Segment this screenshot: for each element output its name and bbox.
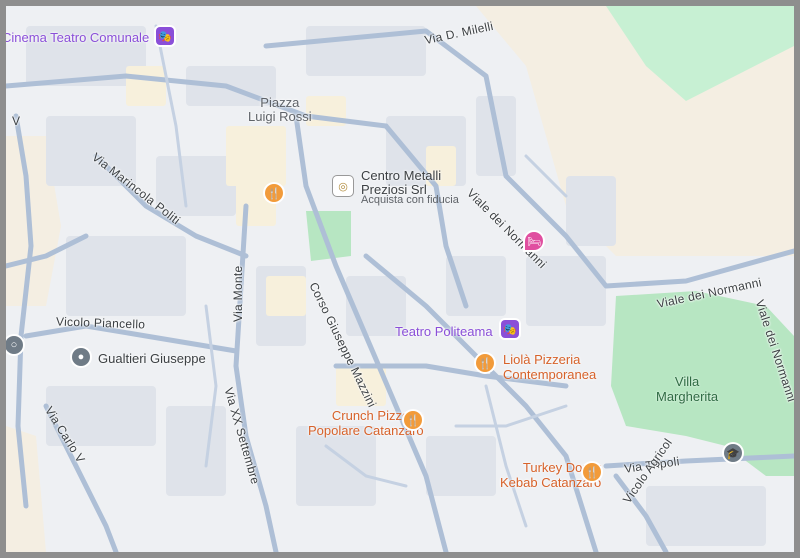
bed-icon[interactable]: 🛏 bbox=[525, 232, 543, 250]
fork-knife-icon[interactable]: 🍴 bbox=[404, 411, 422, 429]
shop-logo-icon[interactable]: ◎ bbox=[333, 176, 353, 196]
fork-knife-icon[interactable]: 🍴 bbox=[265, 184, 283, 202]
poi-label-teatro-politeama[interactable]: Teatro Politeama bbox=[395, 324, 493, 339]
poi-label-centro-metalli[interactable]: Centro Metalli Preziosi Srl bbox=[361, 169, 441, 197]
fork-knife-icon[interactable]: 🍴 bbox=[583, 463, 601, 481]
location-pin-icon[interactable]: ● bbox=[72, 348, 90, 366]
theatre-mask-icon[interactable]: 🎭 bbox=[501, 320, 519, 338]
place-label-piazza-luigi-rossi: Piazza Luigi Rossi bbox=[248, 95, 312, 124]
poi-sublabel-centro-metalli: Acquista con fiducia bbox=[361, 194, 459, 206]
map-base-layer bbox=[6, 6, 794, 552]
map-canvas[interactable]: Via D. Milelli Viale dei Normanni Viale … bbox=[6, 6, 794, 552]
street-label-via-monte: Via Monte bbox=[231, 265, 245, 322]
poi-label-gualtieri-giuseppe[interactable]: Gualtieri Giuseppe bbox=[98, 352, 206, 366]
poi-label-liola-pizzeria[interactable]: Liolà Pizzeria Contemporanea bbox=[503, 352, 596, 382]
graduation-cap-icon[interactable]: 🎓 bbox=[724, 444, 742, 462]
poi-label-cinema-teatro-comunale[interactable]: Cinema Teatro Comunale bbox=[6, 30, 149, 45]
fork-knife-icon[interactable]: 🍴 bbox=[476, 354, 494, 372]
park-label-villa-margherita: Villa Margherita bbox=[656, 374, 719, 404]
park-small bbox=[306, 211, 351, 261]
theatre-mask-icon[interactable]: 🎭 bbox=[156, 27, 174, 45]
street-label-via-v: V bbox=[12, 114, 21, 128]
